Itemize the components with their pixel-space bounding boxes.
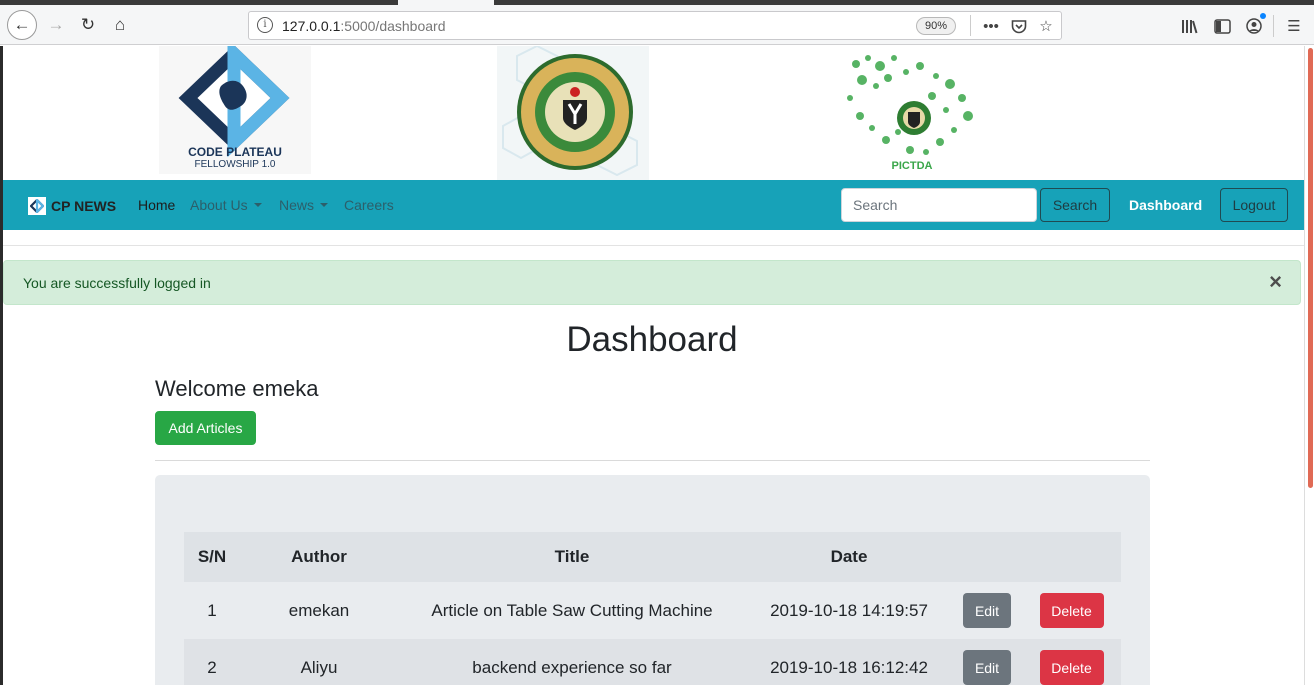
header-date: Date	[746, 532, 952, 582]
success-alert: You are successfully logged in ×	[3, 260, 1301, 305]
welcome-heading: Welcome emeka	[155, 376, 319, 401]
info-icon[interactable]: i	[257, 17, 273, 33]
cell-edit: Edit	[952, 582, 1022, 639]
pictda-logo: PICTDA	[836, 46, 988, 174]
url-text[interactable]: 127.0.0.1:5000/dashboard	[282, 18, 445, 34]
plateau-state-seal	[497, 44, 649, 180]
cell-title: backend experience so far	[398, 639, 746, 685]
cell-sn: 1	[184, 582, 240, 639]
edit-button[interactable]: Edit	[963, 650, 1011, 685]
close-icon[interactable]: ×	[1269, 271, 1282, 293]
url-host: 127.0.0.1	[282, 18, 341, 34]
pictda-logo-text: PICTDA	[892, 160, 933, 172]
nav-about-us-label: About Us	[190, 197, 248, 213]
articles-panel: S/N Author Title Date 1 emekan Article o…	[155, 475, 1150, 685]
search-input[interactable]	[841, 188, 1037, 222]
header-delete	[1022, 532, 1121, 582]
cell-title: Article on Table Saw Cutting Machine	[398, 582, 746, 639]
header-sn: S/N	[184, 532, 240, 582]
brand-logo-icon	[28, 197, 46, 215]
header-title: Title	[398, 532, 746, 582]
divider	[3, 245, 1304, 246]
sidebar-icon[interactable]	[1211, 15, 1233, 37]
table-row: 2 Aliyu backend experience so far 2019-1…	[184, 639, 1121, 685]
nav-careers[interactable]: Careers	[344, 197, 394, 213]
articles-table: S/N Author Title Date 1 emekan Article o…	[184, 532, 1121, 685]
cell-edit: Edit	[952, 639, 1022, 685]
reload-icon[interactable]: ↻	[73, 10, 103, 40]
home-icon[interactable]: ⌂	[105, 10, 135, 40]
zoom-level-badge[interactable]: 90%	[916, 17, 957, 35]
caret-down-icon	[253, 203, 262, 207]
header-author: Author	[240, 532, 398, 582]
cell-author: Aliyu	[240, 639, 398, 685]
alert-message: You are successfully logged in	[23, 275, 211, 291]
code-plateau-logo: CODE PLATEAU FELLOWSHIP 1.0	[159, 38, 311, 174]
url-bar[interactable]: i 127.0.0.1:5000/dashboard 90% ••• ☆	[248, 11, 1062, 40]
forward-arrow-icon[interactable]: →	[41, 10, 71, 40]
table-header-row: S/N Author Title Date	[184, 532, 1121, 582]
header-edit	[952, 532, 1022, 582]
cell-date: 2019-10-18 16:12:42	[746, 639, 952, 685]
nav-dashboard[interactable]: Dashboard	[1129, 197, 1202, 213]
browser-toolbar: ← → ↻ ⌂ i 127.0.0.1:5000/dashboard 90% •…	[0, 5, 1314, 45]
brand-name: CP NEWS	[51, 198, 117, 214]
scrollbar-thumb[interactable]	[1308, 48, 1313, 488]
cell-sn: 2	[184, 639, 240, 685]
pocket-icon[interactable]	[1008, 15, 1030, 37]
delete-button[interactable]: Delete	[1039, 650, 1104, 685]
star-icon[interactable]: ☆	[1035, 15, 1057, 37]
library-icon[interactable]	[1179, 15, 1201, 37]
cell-delete: Delete	[1022, 639, 1121, 685]
nav-news-label: News	[279, 197, 315, 213]
page-scrollbar[interactable]	[1304, 46, 1314, 685]
url-path: :5000/dashboard	[340, 18, 446, 34]
cp-logo-line1: CODE PLATEAU	[188, 145, 282, 159]
delete-button[interactable]: Delete	[1039, 593, 1104, 628]
cell-author: emekan	[240, 582, 398, 639]
content-divider	[155, 460, 1150, 461]
cell-delete: Delete	[1022, 582, 1121, 639]
notification-dot	[1260, 13, 1266, 19]
table-row: 1 emekan Article on Table Saw Cutting Ma…	[184, 582, 1121, 639]
account-icon[interactable]	[1243, 13, 1266, 37]
brand-link[interactable]: CP NEWS	[28, 197, 116, 215]
cp-logo-line2: FELLOWSHIP 1.0	[195, 159, 276, 170]
url-divider	[970, 15, 971, 36]
page-viewport: CODE PLATEAU FELLOWSHIP 1.0 PICTDA CP NE…	[0, 38, 1314, 685]
edit-button[interactable]: Edit	[963, 593, 1011, 628]
cell-date: 2019-10-18 14:19:57	[746, 582, 952, 639]
back-arrow-icon[interactable]: ←	[7, 10, 37, 40]
logout-button[interactable]: Logout	[1220, 188, 1288, 222]
nav-about-us-dropdown[interactable]: About Us	[190, 197, 262, 213]
main-navbar: CP NEWS Home About Us News Careers Searc…	[3, 180, 1304, 230]
page-title: Dashboard	[566, 320, 738, 359]
add-articles-button[interactable]: Add Articles	[155, 411, 256, 445]
menu-icon[interactable]: ☰	[1283, 15, 1305, 37]
caret-down-icon	[320, 203, 329, 207]
logo-banner: CODE PLATEAU FELLOWSHIP 1.0 PICTDA	[3, 38, 1304, 180]
search-button[interactable]: Search	[1040, 188, 1110, 222]
nav-news-dropdown[interactable]: News	[279, 197, 329, 213]
nav-home[interactable]: Home	[138, 197, 175, 213]
toolbar-divider	[1273, 15, 1274, 37]
more-icon[interactable]: •••	[980, 15, 1002, 37]
